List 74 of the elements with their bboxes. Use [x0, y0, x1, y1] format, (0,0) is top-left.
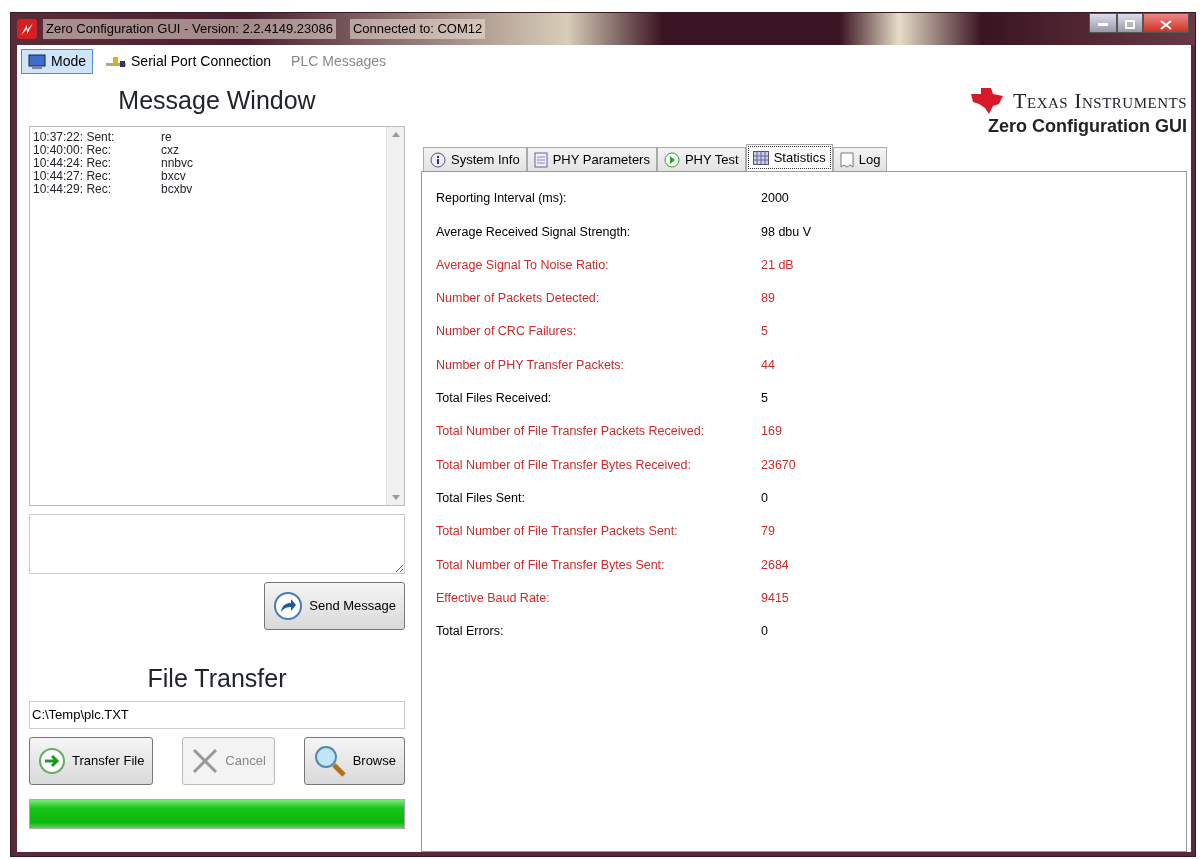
- file-transfer-heading: File Transfer: [146, 662, 288, 694]
- statistic-label: Total Files Sent:: [436, 489, 526, 507]
- message-text: nnbvc: [161, 156, 194, 170]
- close-icon: [1160, 19, 1172, 30]
- tab[interactable]: Statistics: [745, 144, 833, 171]
- statistic-label: Number of CRC Failures:: [436, 323, 578, 341]
- statistic-label: Reporting Interval (ms):: [436, 190, 568, 208]
- info-icon: [430, 151, 446, 168]
- connection-status: Connected to: COM12: [349, 19, 486, 39]
- monitor-icon: [28, 53, 46, 70]
- window-title: Zero Configuration GUI - Version: 2.2.4149.23086: [43, 19, 336, 39]
- statistic-value: 169: [761, 423, 782, 441]
- page-icon: [839, 151, 854, 168]
- x-icon: [191, 746, 220, 775]
- company-logo-icon: [969, 85, 1006, 116]
- statistic-label: Total Number of File Transfer Bytes Received:: [436, 456, 692, 474]
- message-text: cxz: [161, 143, 179, 157]
- document-icon: [533, 151, 548, 168]
- app-subtitle: Zero Configuration GUI: [988, 115, 1187, 138]
- play-icon: [663, 151, 680, 168]
- minimize-icon: [1098, 22, 1108, 27]
- statistic-value: 5: [761, 323, 768, 341]
- app-logo-icon: [17, 19, 37, 39]
- statistic-label: Total Files Received:: [436, 390, 553, 408]
- arrow-right-icon: [38, 746, 66, 775]
- message-timestamp: 10:40:00: Rec:: [33, 143, 113, 157]
- message-text: bxcv: [161, 169, 186, 183]
- message-timestamp: 10:37:22: Sent:: [33, 130, 116, 144]
- message-input-field[interactable]: [29, 513, 405, 574]
- maximize-button[interactable]: [1117, 13, 1143, 33]
- statistic-label: Total Number of File Transfer Packets Sent:: [436, 523, 679, 541]
- statistic-value: 21 dB: [761, 256, 794, 274]
- tab[interactable]: PHY Parameters: [526, 147, 657, 171]
- statistic-label: Effective Baud Rate:: [436, 589, 551, 607]
- message-text: re: [161, 130, 172, 144]
- browse-button[interactable]: Browse: [303, 736, 405, 785]
- maximize-icon: [1125, 20, 1135, 30]
- message-text: bcxbv: [161, 182, 193, 196]
- message-timestamp: 10:44:27: Rec:: [33, 169, 113, 183]
- tab[interactable]: Log: [832, 147, 888, 171]
- magnifier-icon: [312, 743, 347, 778]
- statistic-value: 5: [761, 390, 768, 408]
- minimize-button[interactable]: [1089, 13, 1117, 33]
- statistic-value: 79: [761, 523, 775, 541]
- tab[interactable]: PHY Test: [656, 147, 746, 171]
- file-path-field[interactable]: C:\Temp\plc.TXT: [29, 701, 405, 729]
- message-window-heading: Message Window: [117, 85, 317, 116]
- transfer-button[interactable]: Transfer File: [29, 736, 154, 785]
- plug-icon: [106, 54, 127, 69]
- statistic-value: 2684: [761, 556, 789, 574]
- statistic-value: 0: [761, 489, 768, 507]
- tab[interactable]: System Info: [423, 147, 527, 171]
- statistic-label: Average Received Signal Strength:: [436, 223, 632, 241]
- statistic-value: 0: [761, 623, 768, 641]
- statistic-value: 44: [761, 356, 775, 374]
- statistic-label: Number of Packets Detected:: [436, 290, 601, 308]
- statistic-label: Average Signal To Noise Ratio:: [436, 256, 610, 274]
- statistic-label: Total Errors:: [436, 623, 505, 641]
- statistic-value: 9415: [761, 589, 789, 607]
- statistic-value: 2000: [761, 190, 789, 208]
- statistic-value: 98 dbu V: [761, 223, 812, 241]
- send-message-button[interactable]: Send Message: [264, 581, 405, 630]
- message-timestamp: 10:44:29: Rec:: [33, 182, 113, 196]
- statistic-value: 89: [761, 290, 775, 308]
- statistic-label: Total Number of File Transfer Packets Received:: [436, 423, 706, 441]
- close-button[interactable]: [1143, 13, 1189, 33]
- table-icon: [752, 151, 769, 165]
- statistic-label: Number of PHY Transfer Packets:: [436, 356, 626, 374]
- statistic-label: Total Number of File Transfer Bytes Sent:: [436, 556, 666, 574]
- statistic-value: 23670: [761, 456, 796, 474]
- company-name: Texas Instruments: [1013, 87, 1187, 115]
- message-timestamp: 10:44:24: Rec:: [33, 156, 113, 170]
- menu-item[interactable]: Mode: [21, 49, 94, 74]
- menu-item[interactable]: Serial Port Connection: [99, 49, 279, 74]
